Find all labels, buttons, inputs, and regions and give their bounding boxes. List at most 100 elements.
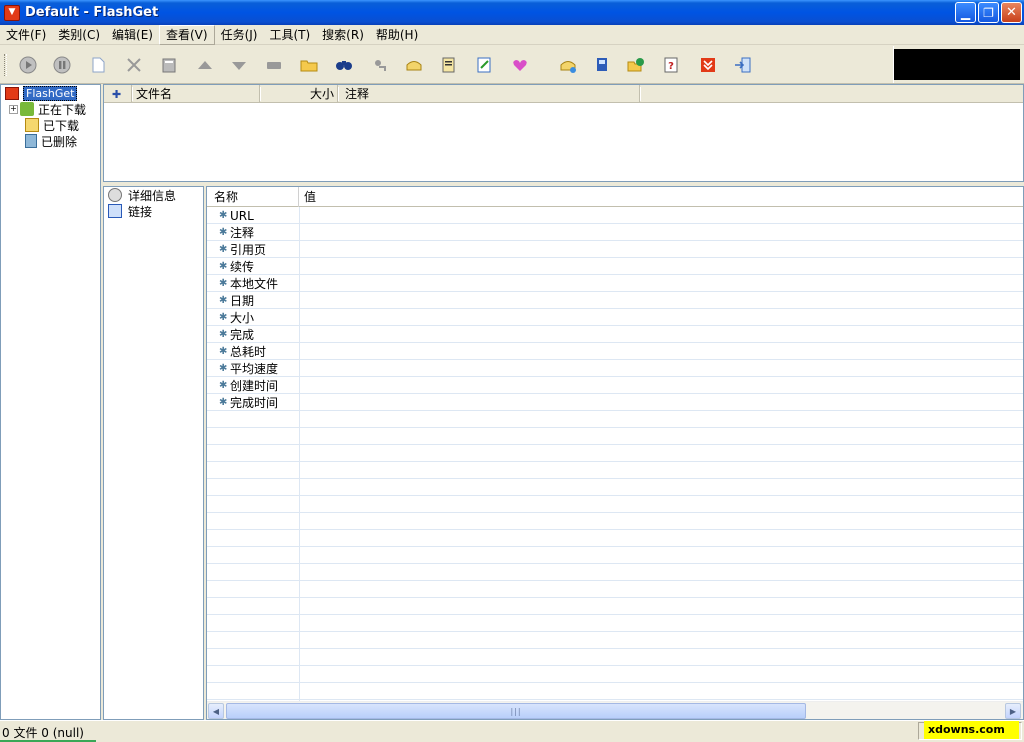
bullet-icon: ✱ — [219, 312, 228, 323]
filename-column-header[interactable]: 文件名 — [132, 85, 261, 103]
info-item-label: 详细信息 — [128, 188, 177, 203]
info-item-details[interactable]: 详细信息 — [108, 187, 176, 203]
info-item-links[interactable]: 链接 — [108, 203, 152, 219]
menu-view[interactable]: 查看(V) — [158, 24, 215, 45]
bullet-icon: ✱ — [219, 210, 228, 221]
favorite-icon[interactable] — [508, 54, 532, 76]
details-row-name: 日期 — [230, 294, 255, 308]
downloading-folder-icon — [20, 102, 34, 116]
details-grid[interactable]: 名称 值 ✱ URL ✱ 注释 ✱ 引用页 ✱ 续传 ✱ 本地文件 ✱ 日期 ✱ 大小 ✱ 完成… — [206, 186, 1024, 720]
comment-column-header[interactable]: 注释 — [338, 85, 641, 103]
bullet-icon: ✱ — [219, 346, 228, 357]
menu-bar: 文件(F) 类别(C) 编辑(E) 查看(V) 任务(J) 工具(T) 搜索(R… — [0, 24, 1024, 45]
properties-icon[interactable] — [157, 54, 181, 76]
folder-icon — [25, 118, 39, 132]
pause-icon[interactable] — [50, 54, 74, 76]
details-body: ✱ URL ✱ 注释 ✱ 引用页 ✱ 续传 ✱ 本地文件 ✱ 日期 ✱ 大小 ✱ 完成 ✱ 总耗时… — [207, 207, 1023, 701]
horizontal-scrollbar[interactable]: ◀ ||| ▶ — [207, 701, 1023, 719]
title-bar[interactable]: ▼ Default - FlashGet ▁ ❐ ✕ — [0, 0, 1024, 25]
tree-item-root[interactable]: FlashGet — [5, 85, 78, 101]
pin-icon: ✚ — [112, 88, 122, 101]
scroll-left-button[interactable]: ◀ — [208, 703, 224, 719]
size-column-header[interactable]: 大小 — [260, 85, 339, 103]
file-list-header: ✚ 文件名 大小 注释 — [104, 85, 1023, 103]
bullet-icon: ✱ — [219, 278, 228, 289]
menu-category[interactable]: 类别(C) — [52, 25, 106, 45]
details-row-name: 创建时间 — [230, 379, 279, 393]
open-folder-icon[interactable] — [297, 54, 321, 76]
bullet-icon: ✱ — [219, 295, 228, 306]
schedule-icon[interactable] — [262, 54, 286, 76]
help-icon[interactable]: ? — [659, 54, 683, 76]
bullet-icon: ✱ — [219, 329, 228, 340]
menu-file[interactable]: 文件(F) — [0, 25, 52, 45]
details-row: ✱ 本地文件 — [207, 275, 1023, 292]
scroll-right-button[interactable]: ▶ — [1005, 703, 1021, 719]
throughput-graph — [894, 49, 1020, 80]
info-category-pane: 详细信息 链接 — [103, 186, 204, 720]
details-row: ✱ 创建时间 — [207, 377, 1023, 394]
close-button[interactable]: ✕ — [1001, 2, 1022, 23]
menu-task[interactable]: 任务(J) — [215, 25, 264, 45]
edit-icon[interactable] — [472, 54, 496, 76]
new-icon[interactable] — [86, 54, 110, 76]
bullet-icon: ✱ — [219, 227, 228, 238]
flashget-logo-icon[interactable] — [696, 54, 720, 76]
scroll-thumb[interactable]: ||| — [226, 703, 806, 719]
menu-edit[interactable]: 编辑(E) — [106, 25, 159, 45]
details-icon — [108, 188, 122, 202]
tree-item-downloading[interactable]: + 正在下载 — [9, 101, 86, 117]
details-row: ✱ 平均速度 — [207, 360, 1023, 377]
hangup-icon[interactable] — [556, 54, 580, 76]
find-next-icon[interactable] — [368, 54, 392, 76]
bullet-icon: ✱ — [219, 363, 228, 374]
find-icon[interactable] — [332, 54, 356, 76]
start-icon[interactable] — [16, 54, 40, 76]
brand-label: xdowns.com — [924, 721, 1019, 739]
details-row-name: URL — [230, 208, 254, 223]
delete-icon[interactable] — [122, 54, 146, 76]
batch-icon[interactable] — [437, 54, 461, 76]
details-row-name: 续传 — [230, 260, 255, 274]
details-row-name: 引用页 — [230, 243, 267, 257]
tree-item-downloaded[interactable]: 已下载 — [25, 117, 79, 133]
tree-item-label: 已下载 — [43, 118, 80, 133]
expand-icon[interactable]: + — [9, 104, 18, 114]
svg-text:?: ? — [668, 61, 674, 72]
details-row-name: 本地文件 — [230, 277, 279, 291]
toolbar-grip[interactable] — [4, 54, 7, 76]
details-row-name: 大小 — [230, 311, 255, 325]
menu-search[interactable]: 搜索(R) — [316, 25, 370, 45]
toolbar: ? — [0, 46, 1024, 84]
status-column-header[interactable]: ✚ — [104, 85, 133, 103]
dial-icon[interactable] — [402, 54, 426, 76]
details-row: ✱ 续传 — [207, 258, 1023, 275]
details-header: 名称 值 — [207, 187, 1023, 207]
bullet-icon: ✱ — [219, 397, 228, 408]
flashget-icon — [5, 86, 19, 100]
link-icon — [108, 204, 122, 218]
maximize-button[interactable]: ❐ — [978, 2, 999, 23]
window-title: Default - FlashGet — [25, 5, 159, 20]
monitor-icon[interactable] — [590, 54, 614, 76]
details-row: ✱ 大小 — [207, 309, 1023, 326]
details-row-name: 完成时间 — [230, 396, 279, 410]
tree-item-label: 正在下载 — [38, 102, 87, 117]
menu-tools[interactable]: 工具(T) — [263, 25, 316, 45]
file-list[interactable]: ✚ 文件名 大小 注释 — [103, 84, 1024, 182]
tree-root-label: FlashGet — [23, 85, 78, 101]
menu-help[interactable]: 帮助(H) — [370, 25, 424, 45]
move-up-icon[interactable] — [193, 54, 217, 76]
details-row-name: 完成 — [230, 328, 255, 342]
web-icon[interactable] — [624, 54, 648, 76]
exit-icon[interactable] — [731, 54, 755, 76]
details-row: ✱ 完成时间 — [207, 394, 1023, 411]
details-row-name: 平均速度 — [230, 362, 279, 376]
name-column-header[interactable]: 名称 — [207, 187, 299, 207]
details-row: ✱ URL — [207, 207, 1023, 224]
minimize-button[interactable]: ▁ — [955, 2, 976, 23]
value-column-header[interactable]: 值 — [299, 187, 1023, 207]
recycle-bin-icon — [25, 134, 37, 148]
tree-item-deleted[interactable]: 已删除 — [25, 133, 77, 149]
move-down-icon[interactable] — [227, 54, 251, 76]
